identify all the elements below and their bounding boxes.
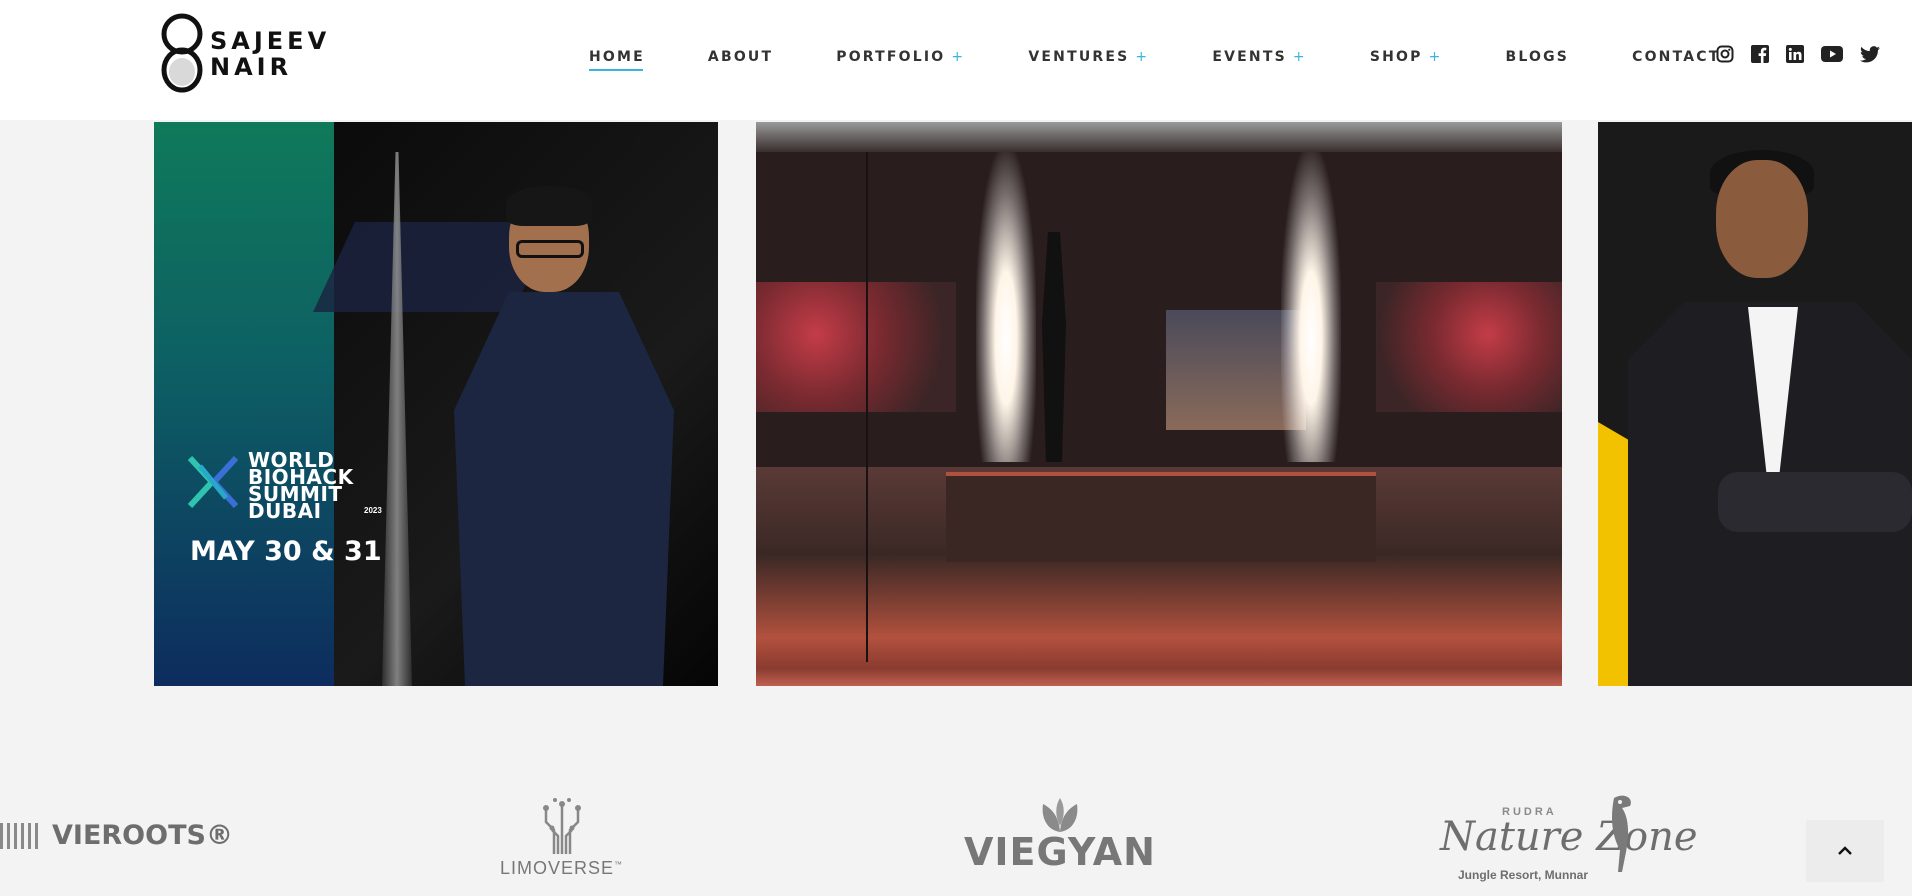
speaker-photo-body <box>454 292 674 686</box>
partner-logos: VIEROOTS® LIMOVERSE™ VIEGYAN RUDRA Natur… <box>0 780 1912 896</box>
chevron-up-icon <box>1838 846 1852 855</box>
portrait-crossed-arms <box>1718 472 1912 532</box>
nav-item-about[interactable]: ABOUT <box>708 49 773 65</box>
nav-label: CONTACT <box>1632 49 1721 65</box>
nav-label: EVENTS <box>1212 49 1287 65</box>
summit-title: WORLD BIOHACK SUMMIT DUBAI <box>248 450 354 521</box>
nav-item-ventures[interactable]: VENTURES + <box>1028 49 1149 65</box>
youtube-icon[interactable] <box>1821 46 1843 62</box>
nature-zone-tagline: Jungle Resort, Munnar <box>1458 868 1589 882</box>
crowd-left <box>756 282 956 412</box>
nav-item-contact[interactable]: CONTACT <box>1632 49 1720 65</box>
expand-plus-icon: + <box>951 49 966 65</box>
scroll-to-top-button[interactable] <box>1806 820 1884 882</box>
nav-item-home[interactable]: HOME <box>589 49 645 71</box>
summit-year: 2023 <box>364 506 382 515</box>
summit-date: MAY 30 & 31 <box>190 536 382 567</box>
slide-portrait[interactable] <box>1598 122 1912 686</box>
stage-ceiling <box>756 122 1562 152</box>
summit-logo-icon <box>187 455 239 509</box>
partner-viegyan[interactable]: VIEGYAN <box>964 796 1156 872</box>
nav-label: ABOUT <box>707 49 774 65</box>
social-links <box>1716 45 1897 63</box>
nav-label: BLOGS <box>1505 49 1570 65</box>
site-header: SAJEEV NAIR HOME ABOUT PORTFOLIO + VENTUR… <box>0 0 1912 120</box>
hornbill-icon <box>1612 795 1631 872</box>
pyro-fountain-left <box>976 152 1036 462</box>
main-navigation: HOME ABOUT PORTFOLIO + VENTURES + EVENTS + … <box>589 47 1784 71</box>
portrait-head <box>1716 160 1808 278</box>
limoverse-wordmark: LIMOVERSE™ <box>500 858 623 879</box>
twitter-icon[interactable] <box>1860 45 1880 63</box>
nav-label: PORTFOLIO <box>836 49 946 65</box>
nav-item-shop[interactable]: SHOP + <box>1370 49 1443 65</box>
logo-line-1: SAJEEV <box>210 27 331 55</box>
pyro-fountain-right <box>1281 152 1341 462</box>
limoverse-name: LIMOVERSE <box>500 858 615 878</box>
instagram-icon[interactable] <box>1716 45 1734 63</box>
stage-table <box>946 472 1376 562</box>
slide-stage-event[interactable] <box>756 122 1562 686</box>
nature-zone-wordmark: Nature Zone <box>1440 814 1698 860</box>
viegyan-leaf-icon <box>1042 798 1078 832</box>
partner-limoverse[interactable]: LIMOVERSE™ <box>500 796 623 879</box>
logo-text: SAJEEV NAIR <box>210 28 330 80</box>
site-logo[interactable]: SAJEEV NAIR <box>160 12 340 94</box>
facebook-icon[interactable] <box>1751 45 1769 63</box>
speaker-on-stage <box>1042 232 1066 462</box>
linkedin-icon[interactable] <box>1786 45 1804 63</box>
logo-line-2: NAIR <box>210 53 293 81</box>
vieroots-barcode-icon <box>0 822 42 849</box>
nav-label: HOME <box>589 49 645 65</box>
crowd-right <box>1376 282 1562 412</box>
frame-divider <box>866 152 868 662</box>
partner-nature-zone[interactable]: RUDRA Nature Zone Jungle Resort, Munnar <box>1440 792 1698 892</box>
vieroots-wordmark: VIEROOTS® <box>52 820 233 851</box>
viegyan-wordmark: VIEGYAN <box>964 830 1156 874</box>
hero-carousel[interactable]: WORLD BIOHACK SUMMIT DUBAI 2023 MAY 30 &… <box>0 120 1912 686</box>
partner-vieroots[interactable]: VIEROOTS® <box>0 820 233 851</box>
limoverse-circuit-icon <box>542 798 581 854</box>
slide-biohack-summit[interactable]: WORLD BIOHACK SUMMIT DUBAI 2023 MAY 30 &… <box>154 122 718 686</box>
expand-plus-icon: + <box>1428 49 1443 65</box>
nav-item-portfolio[interactable]: PORTFOLIO + <box>836 49 965 65</box>
nav-label: VENTURES <box>1028 49 1130 65</box>
nav-item-events[interactable]: EVENTS + <box>1212 49 1306 65</box>
expand-plus-icon: + <box>1135 49 1150 65</box>
speaker-glasses <box>516 240 584 258</box>
speaker-photo-hair <box>506 186 592 226</box>
nav-label: SHOP <box>1369 49 1423 65</box>
nav-item-blogs[interactable]: BLOGS <box>1506 49 1570 65</box>
logo-mark-icon <box>161 13 203 93</box>
limoverse-trademark: ™ <box>614 860 624 869</box>
expand-plus-icon: + <box>1292 49 1307 65</box>
